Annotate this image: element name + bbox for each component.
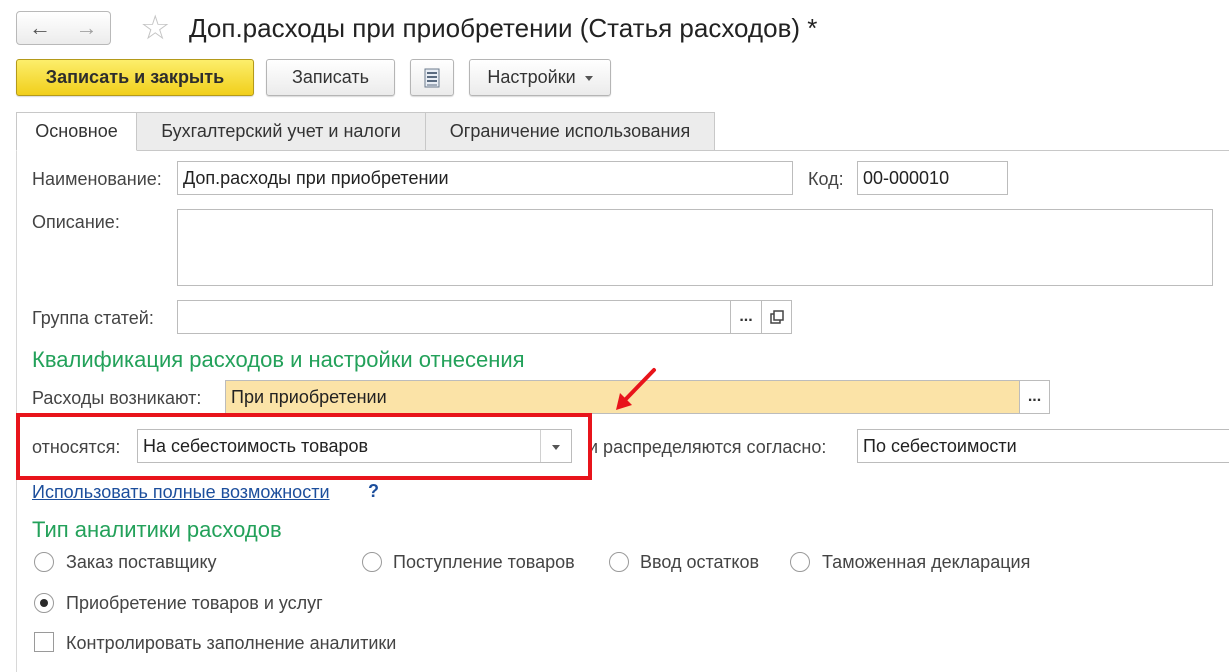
name-label: Наименование: xyxy=(32,169,162,189)
qualification-heading: Квалификация расходов и настройки отнесе… xyxy=(32,347,525,372)
settings-label: Настройки xyxy=(487,67,576,87)
save-button[interactable]: Записать xyxy=(266,59,395,96)
radio-supplier-order[interactable] xyxy=(34,552,54,572)
control-analytics-checkbox[interactable] xyxy=(34,632,54,652)
radio-goods-services-purchase-label: Приобретение товаров и услуг xyxy=(66,593,323,613)
name-input[interactable]: Доп.расходы при приобретении xyxy=(177,161,793,195)
tab-usage-restriction[interactable]: Ограничение использования xyxy=(425,112,715,151)
radio-opening-balance-label: Ввод остатков xyxy=(640,552,760,572)
group-label: Группа статей: xyxy=(32,308,154,328)
tab-bar: Основное Бухгалтерский учет и налоги Огр… xyxy=(16,112,715,151)
full-features-link[interactable]: Использовать полные возможности xyxy=(32,482,330,503)
group-select-button[interactable]: ... xyxy=(730,300,762,334)
radio-goods-receipt-label: Поступление товаров xyxy=(393,552,575,572)
back-button[interactable]: ← xyxy=(16,11,64,45)
code-input[interactable]: 00-000010 xyxy=(857,161,1008,195)
tab-panel-border xyxy=(16,150,17,672)
distribute-label: и распределяются согласно: xyxy=(588,437,827,457)
radio-customs-declaration-label: Таможенная декларация xyxy=(822,552,1031,572)
distribute-input[interactable]: По себестоимости xyxy=(857,429,1229,463)
control-analytics-label: Контролировать заполнение аналитики xyxy=(66,633,397,653)
radio-goods-receipt[interactable] xyxy=(362,552,382,572)
analytics-heading: Тип аналитики расходов xyxy=(32,517,282,542)
tab-divider xyxy=(16,150,1229,151)
group-open-button[interactable] xyxy=(761,300,792,334)
settings-menu-button[interactable]: Настройки xyxy=(469,59,611,96)
favorite-star-icon[interactable]: ☆ xyxy=(140,10,170,46)
radio-opening-balance[interactable] xyxy=(609,552,629,572)
open-icon xyxy=(769,310,784,324)
highlight-frame xyxy=(16,413,592,480)
tab-accounting[interactable]: Бухгалтерский учет и налоги xyxy=(136,112,426,151)
help-icon[interactable]: ? xyxy=(368,481,379,502)
save-and-close-button[interactable]: Записать и закрыть xyxy=(16,59,254,96)
forward-button[interactable]: → xyxy=(63,11,111,45)
arise-select-button[interactable]: ... xyxy=(1019,380,1050,414)
arrow-right-icon: → xyxy=(75,15,98,40)
description-textarea[interactable] xyxy=(177,209,1213,286)
chevron-down-icon xyxy=(584,76,593,81)
radio-goods-services-purchase[interactable] xyxy=(34,593,54,613)
ellipsis-icon: ... xyxy=(1027,388,1042,405)
description-label: Описание: xyxy=(32,212,120,232)
list-button[interactable] xyxy=(410,59,454,96)
page-title: Доп.расходы при приобретении (Статья рас… xyxy=(189,13,818,43)
radio-supplier-order-label: Заказ поставщику xyxy=(66,552,217,572)
arrow-left-icon: ← xyxy=(29,15,51,40)
group-input[interactable] xyxy=(177,300,731,334)
radio-customs-declaration[interactable] xyxy=(790,552,810,572)
arise-label: Расходы возникают: xyxy=(32,388,202,408)
list-icon xyxy=(424,68,440,87)
annotation-arrow-icon xyxy=(616,368,656,410)
tab-main[interactable]: Основное xyxy=(16,112,137,151)
ellipsis-icon: ... xyxy=(739,308,753,325)
code-label: Код: xyxy=(808,169,844,189)
